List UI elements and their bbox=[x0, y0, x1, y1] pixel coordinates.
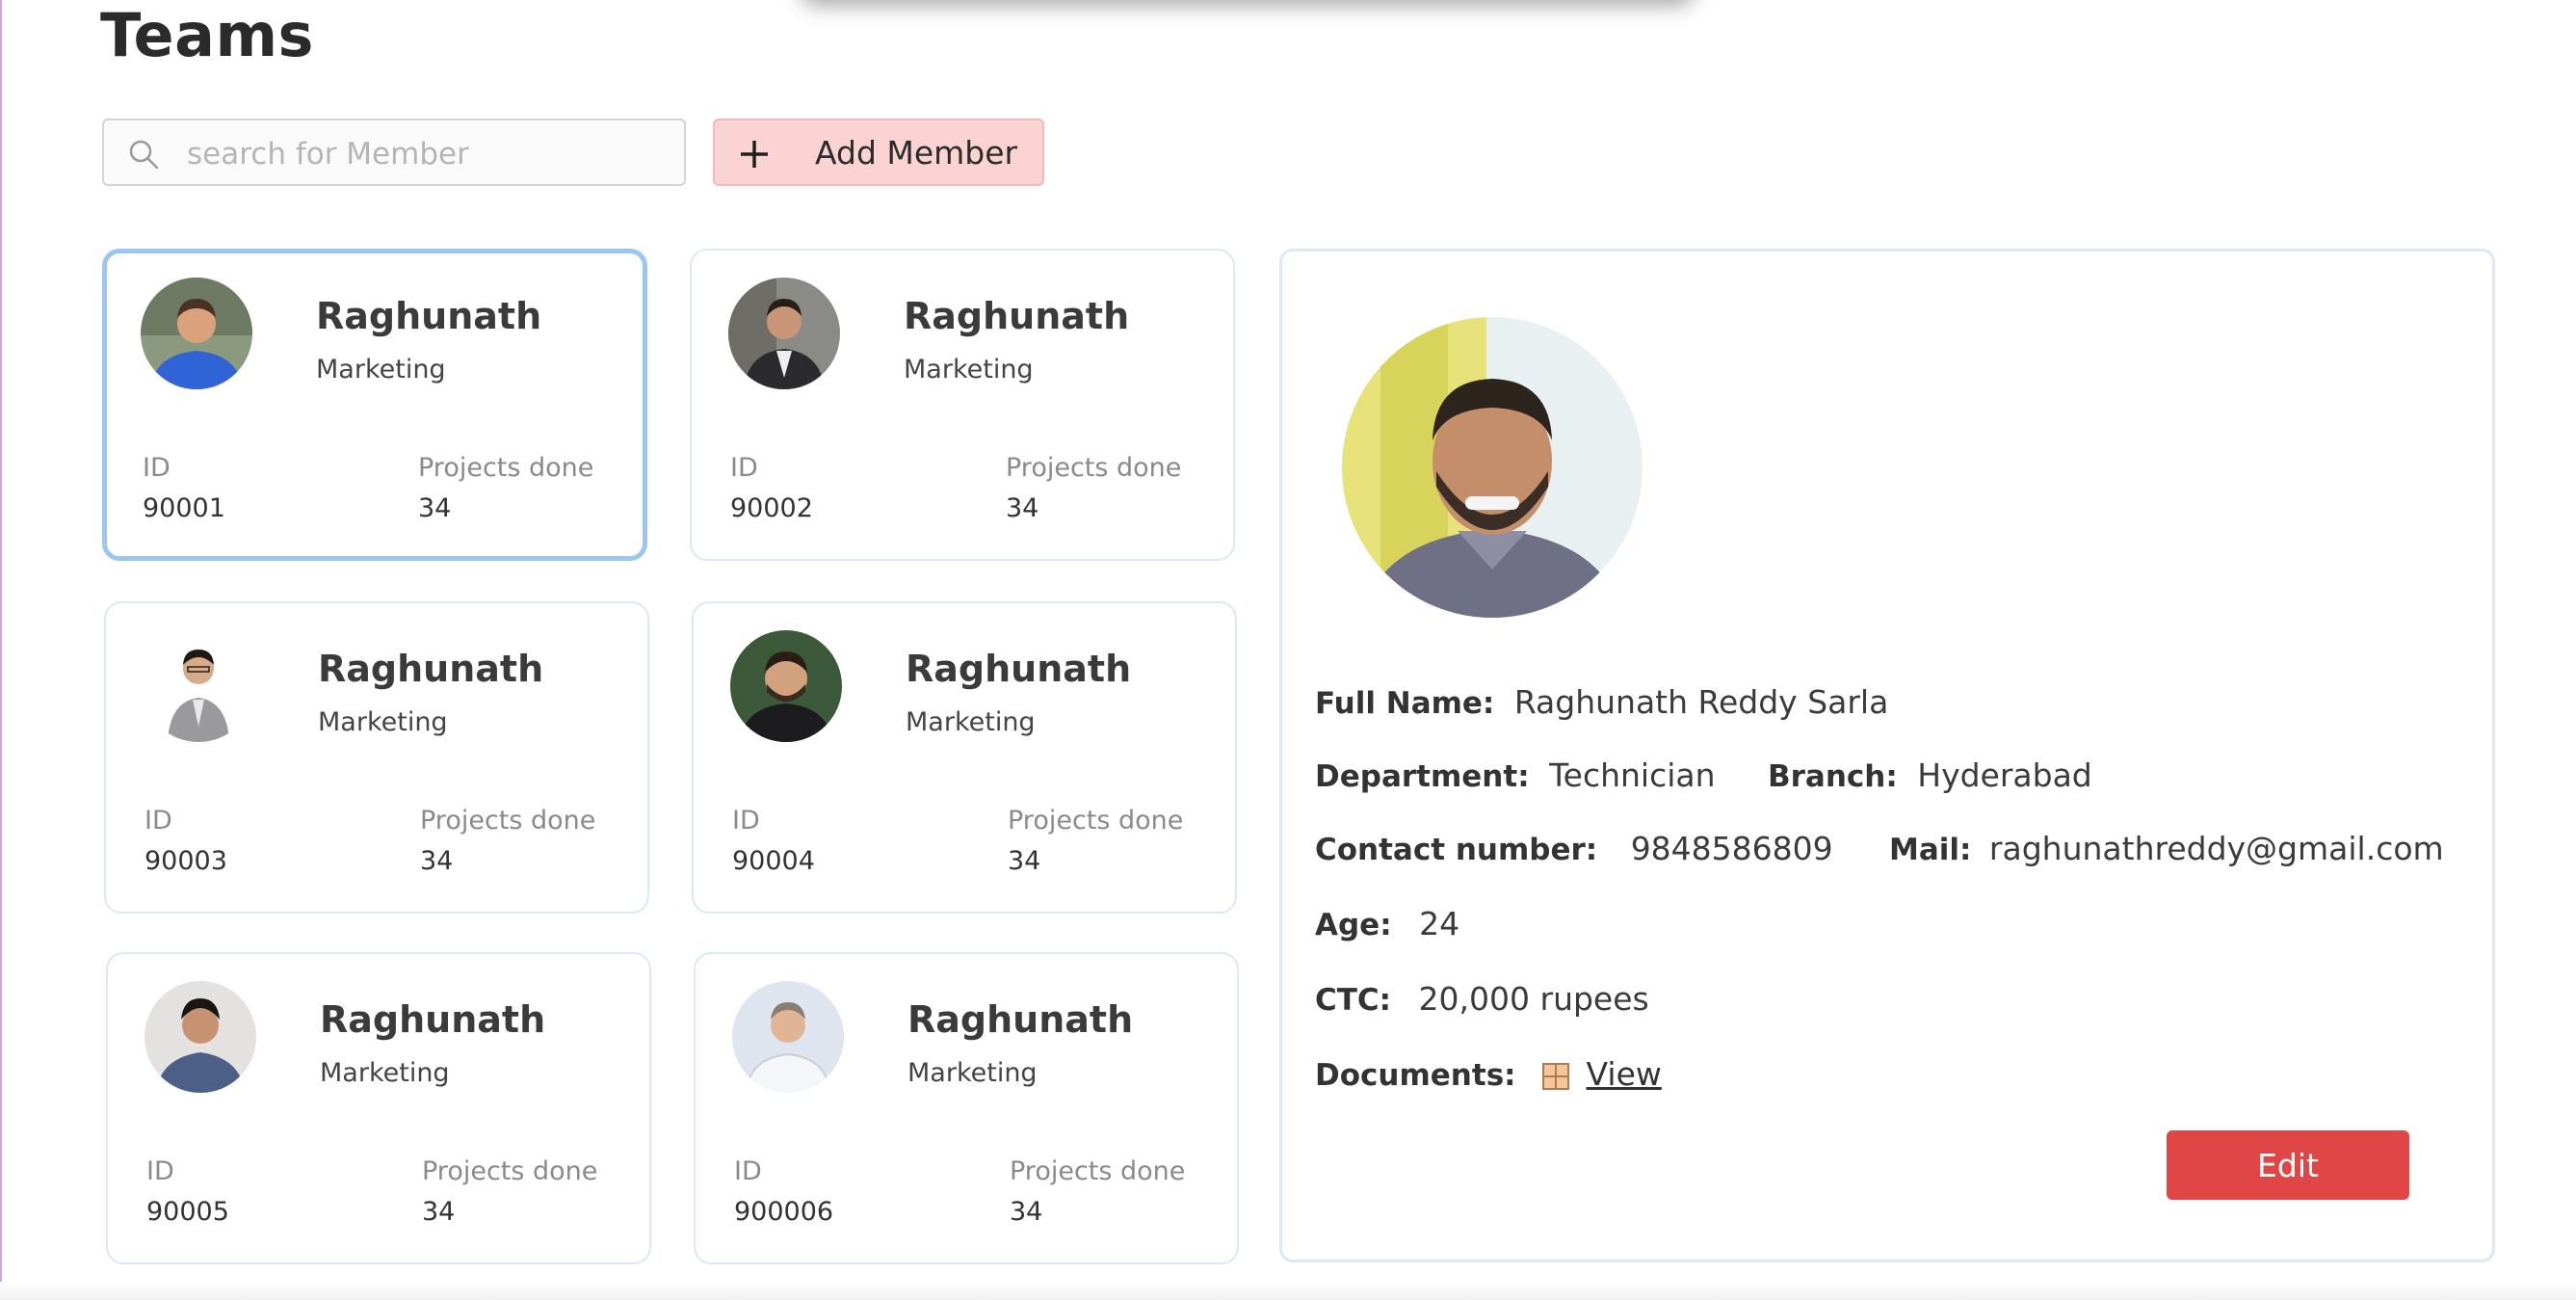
window-left-border bbox=[0, 0, 2, 1300]
age-label: Age: bbox=[1315, 908, 1392, 942]
projects-label: Projects done bbox=[420, 806, 596, 836]
member-department: Marketing bbox=[320, 1058, 450, 1088]
member-name: Raghunath bbox=[320, 998, 546, 1041]
member-id: 90005 bbox=[146, 1197, 229, 1227]
projects-count: 34 bbox=[420, 846, 454, 876]
id-label: ID bbox=[146, 1156, 174, 1186]
age-value: 24 bbox=[1419, 905, 1460, 942]
id-label: ID bbox=[143, 453, 171, 483]
full-name-row: Full Name: Raghunath Reddy Sarla bbox=[1315, 683, 1888, 721]
projects-count: 34 bbox=[422, 1197, 456, 1227]
branch-row: Branch: Hyderabad bbox=[1768, 756, 2092, 794]
full-name-value: Raghunath Reddy Sarla bbox=[1513, 683, 1889, 721]
contact-row: Contact number: 9848586809 bbox=[1315, 830, 1833, 867]
mail-row: Mail: raghunathreddy@gmail.com bbox=[1889, 830, 2444, 867]
mail-label: Mail: bbox=[1889, 833, 1972, 867]
projects-count: 34 bbox=[1006, 493, 1039, 523]
member-card[interactable]: Raghunath Marketing ID 90003 Projects do… bbox=[104, 601, 649, 914]
contact-value: 9848586809 bbox=[1630, 830, 1833, 867]
ctc-value: 20,000 rupees bbox=[1418, 980, 1649, 1018]
member-card[interactable]: Raghunath Marketing ID 90002 Projects do… bbox=[690, 249, 1235, 561]
id-label: ID bbox=[734, 1156, 762, 1186]
member-department: Marketing bbox=[904, 355, 1034, 385]
member-avatar bbox=[141, 278, 252, 389]
add-member-button[interactable]: Add Member bbox=[713, 119, 1044, 186]
projects-count: 34 bbox=[1010, 1197, 1043, 1227]
branch-value: Hyderabad bbox=[1917, 756, 2092, 794]
member-id: 900006 bbox=[734, 1197, 834, 1227]
documents-row: Documents: View bbox=[1315, 1055, 1662, 1093]
projects-label: Projects done bbox=[1006, 453, 1182, 483]
ctc-row: CTC: 20,000 rupees bbox=[1315, 980, 1649, 1018]
member-name: Raghunath bbox=[906, 648, 1132, 690]
add-member-label: Add Member bbox=[815, 134, 1018, 172]
documents-view-link[interactable]: View bbox=[1587, 1055, 1662, 1093]
department-value: Technician bbox=[1549, 756, 1716, 794]
document-icon bbox=[1542, 1062, 1570, 1090]
age-row: Age: 24 bbox=[1315, 905, 1459, 942]
member-detail-panel: Full Name: Raghunath Reddy Sarla Departm… bbox=[1279, 249, 2495, 1262]
bottom-edge bbox=[0, 1282, 2576, 1300]
member-name: Raghunath bbox=[907, 998, 1134, 1041]
member-department: Marketing bbox=[318, 707, 448, 737]
ctc-label: CTC: bbox=[1315, 983, 1392, 1018]
search-icon bbox=[129, 140, 159, 170]
member-card[interactable]: Raghunath Marketing ID 90004 Projects do… bbox=[692, 601, 1237, 914]
member-department: Marketing bbox=[316, 355, 446, 385]
page-title: Teams bbox=[100, 0, 314, 70]
projects-label: Projects done bbox=[418, 453, 594, 483]
member-id: 90001 bbox=[143, 493, 225, 523]
member-card[interactable]: Raghunath Marketing ID 900006 Projects d… bbox=[694, 952, 1239, 1264]
member-name: Raghunath bbox=[316, 295, 542, 337]
department-row: Department: Technician bbox=[1315, 756, 1716, 794]
id-label: ID bbox=[732, 806, 760, 836]
projects-label: Projects done bbox=[1008, 806, 1184, 836]
projects-count: 34 bbox=[418, 493, 452, 523]
member-card[interactable]: Raghunath Marketing ID 90005 Projects do… bbox=[106, 952, 651, 1264]
member-avatar bbox=[730, 630, 842, 742]
documents-label: Documents: bbox=[1315, 1058, 1516, 1093]
member-name: Raghunath bbox=[318, 648, 544, 690]
member-id: 90004 bbox=[732, 846, 815, 876]
member-department: Marketing bbox=[906, 707, 1036, 737]
member-id: 90003 bbox=[145, 846, 227, 876]
id-label: ID bbox=[730, 453, 758, 483]
edit-button[interactable]: Edit bbox=[2167, 1130, 2409, 1200]
plus-icon bbox=[741, 141, 768, 168]
search-input[interactable] bbox=[185, 130, 670, 178]
member-avatar bbox=[143, 630, 254, 742]
projects-count: 34 bbox=[1008, 846, 1041, 876]
member-avatar bbox=[145, 981, 256, 1093]
member-card[interactable]: Raghunath Marketing ID 90001 Projects do… bbox=[102, 249, 647, 561]
member-id: 90002 bbox=[730, 493, 813, 523]
member-department: Marketing bbox=[907, 1058, 1038, 1088]
member-avatar bbox=[732, 981, 844, 1093]
mail-value: raghunathreddy@gmail.com bbox=[1988, 830, 2444, 867]
member-name: Raghunath bbox=[904, 295, 1130, 337]
projects-label: Projects done bbox=[1010, 1156, 1186, 1186]
member-photo bbox=[1342, 317, 1643, 618]
branch-label: Branch: bbox=[1768, 759, 1898, 794]
id-label: ID bbox=[145, 806, 172, 836]
department-label: Department: bbox=[1315, 759, 1530, 794]
projects-label: Projects done bbox=[422, 1156, 598, 1186]
member-avatar bbox=[728, 278, 840, 389]
contact-label: Contact number: bbox=[1315, 833, 1598, 867]
search-box[interactable] bbox=[102, 119, 686, 186]
full-name-label: Full Name: bbox=[1315, 686, 1495, 721]
